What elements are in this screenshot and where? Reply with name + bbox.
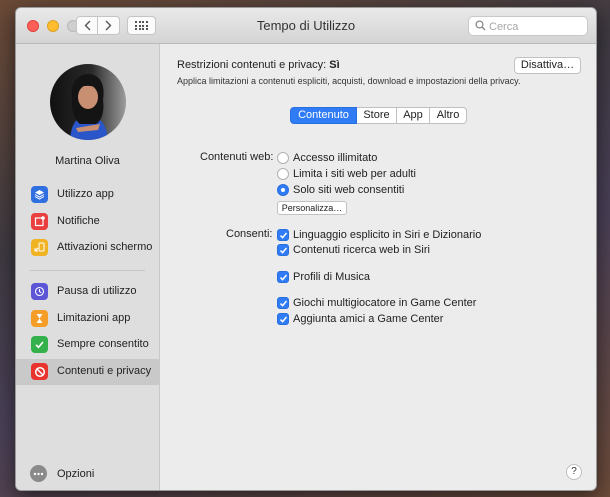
checkbox-music-profiles[interactable]: Profili di Musica — [277, 270, 370, 284]
hourglass-icon — [31, 310, 48, 327]
screen-time-window: Tempo di Utilizzo Martina Oliva Util — [15, 7, 597, 491]
pickup-icon — [31, 239, 48, 256]
restrictions-title: Restrizioni contenuti e privacy: Sì — [177, 59, 340, 71]
checkbox[interactable] — [277, 244, 289, 256]
sidebar-item-attivazioni-schermo[interactable]: Attivazioni schermo — [16, 235, 159, 261]
tab-store[interactable]: Store — [357, 107, 397, 124]
checkbox[interactable] — [277, 229, 289, 241]
tab-altro[interactable]: Altro — [430, 107, 467, 124]
sidebar-item-label: Limitazioni app — [57, 312, 131, 324]
checkbox-siri-web-search[interactable]: Contenuti ricerca web in Siri — [277, 243, 430, 257]
tab-contenuto[interactable]: Contenuto — [290, 107, 357, 124]
sidebar-item-utilizzo-app[interactable]: Utilizzo app — [16, 182, 159, 208]
avatar[interactable] — [50, 64, 126, 140]
content-privacy-pane: Restrizioni contenuti e privacy: Sì Appl… — [160, 44, 596, 490]
sidebar-item-label: Pausa di utilizzo — [57, 285, 137, 297]
restrictions-description: Applica limitazioni a contenuti esplicit… — [177, 76, 521, 86]
radio-allowed-websites-only[interactable]: Solo siti web consentiti — [277, 183, 404, 197]
sidebar-item-label: Utilizzo app — [57, 188, 114, 200]
checkbox[interactable] — [277, 271, 289, 283]
customize-button[interactable]: Personalizza… — [277, 201, 347, 215]
search-icon — [475, 20, 486, 31]
user-name: Martina Oliva — [55, 155, 120, 167]
checkmark-icon — [279, 232, 287, 239]
downtime-icon — [31, 283, 48, 300]
restrictions-label: Restrizioni contenuti e privacy: — [177, 59, 327, 71]
radio-unrestricted-access[interactable]: Accesso illimitato — [277, 151, 377, 165]
sidebar-item-label: Sempre consentito — [57, 338, 149, 350]
option-label: Accesso illimitato — [293, 152, 378, 164]
tab-app[interactable]: App — [397, 107, 430, 124]
radio-limit-adult-websites[interactable]: Limita i siti web per adulti — [277, 167, 416, 181]
allow-label: Consenti: — [226, 228, 273, 240]
checkbox-explicit-language[interactable]: Linguaggio esplicito in Siri e Dizionari… — [277, 228, 481, 242]
restriction-icon — [31, 363, 48, 380]
search-input[interactable] — [487, 18, 587, 36]
sidebar-item-contenuti-e-privacy[interactable]: Contenuti e privacy — [16, 359, 159, 385]
option-label: Giochi multigiocatore in Game Center — [293, 297, 477, 309]
checkmark-icon — [31, 336, 48, 353]
radio-button[interactable] — [277, 152, 289, 164]
option-label: Contenuti ricerca web in Siri — [293, 244, 430, 256]
layers-icon — [31, 186, 48, 203]
sidebar: Martina Oliva Utilizzo app Notifiche Att… — [16, 44, 160, 490]
radio-button-selected[interactable] — [277, 184, 289, 196]
disable-button[interactable]: Disattiva… — [514, 57, 581, 74]
tab-bar: Contenuto Store App Altro — [290, 107, 467, 124]
radio-button[interactable] — [277, 168, 289, 180]
checkbox-adding-friends[interactable]: Aggiunta amici a Game Center — [277, 312, 443, 326]
checkmark-icon — [279, 274, 287, 281]
search-field[interactable] — [468, 16, 588, 36]
restrictions-status: Sì — [329, 59, 340, 71]
sidebar-item-sempre-consentito[interactable]: Sempre consentito — [16, 332, 159, 358]
notification-icon — [31, 213, 48, 230]
sidebar-divider — [30, 270, 145, 271]
checkbox[interactable] — [277, 297, 289, 309]
sidebar-item-limitazioni-app[interactable]: Limitazioni app — [16, 306, 159, 332]
option-label: Solo siti web consentiti — [293, 184, 405, 196]
sidebar-item-pausa-di-utilizzo[interactable]: Pausa di utilizzo — [16, 279, 159, 305]
sidebar-item-label: Contenuti e privacy — [57, 365, 152, 377]
title-bar: Tempo di Utilizzo — [16, 8, 596, 44]
checkmark-icon — [279, 247, 287, 254]
checkmark-icon — [279, 316, 287, 323]
option-label: Profili di Musica — [293, 271, 371, 283]
help-button[interactable]: ? — [566, 464, 582, 480]
options-button[interactable]: Opzioni — [57, 468, 94, 480]
option-label: Limita i siti web per adulti — [293, 168, 416, 180]
option-label: Linguaggio esplicito in Siri e Dizionari… — [293, 229, 482, 241]
user-photo — [70, 74, 108, 140]
option-label: Aggiunta amici a Game Center — [293, 313, 444, 325]
checkmark-icon — [279, 300, 287, 307]
sidebar-item-label: Notifiche — [57, 215, 100, 227]
checkbox-multiplayer-games[interactable]: Giochi multigiocatore in Game Center — [277, 296, 476, 310]
options-icon[interactable] — [30, 465, 47, 482]
sidebar-item-label: Attivazioni schermo — [57, 241, 153, 253]
web-content-label: Contenuti web: — [200, 151, 274, 163]
sidebar-item-notifiche[interactable]: Notifiche — [16, 209, 159, 235]
checkbox[interactable] — [277, 313, 289, 325]
